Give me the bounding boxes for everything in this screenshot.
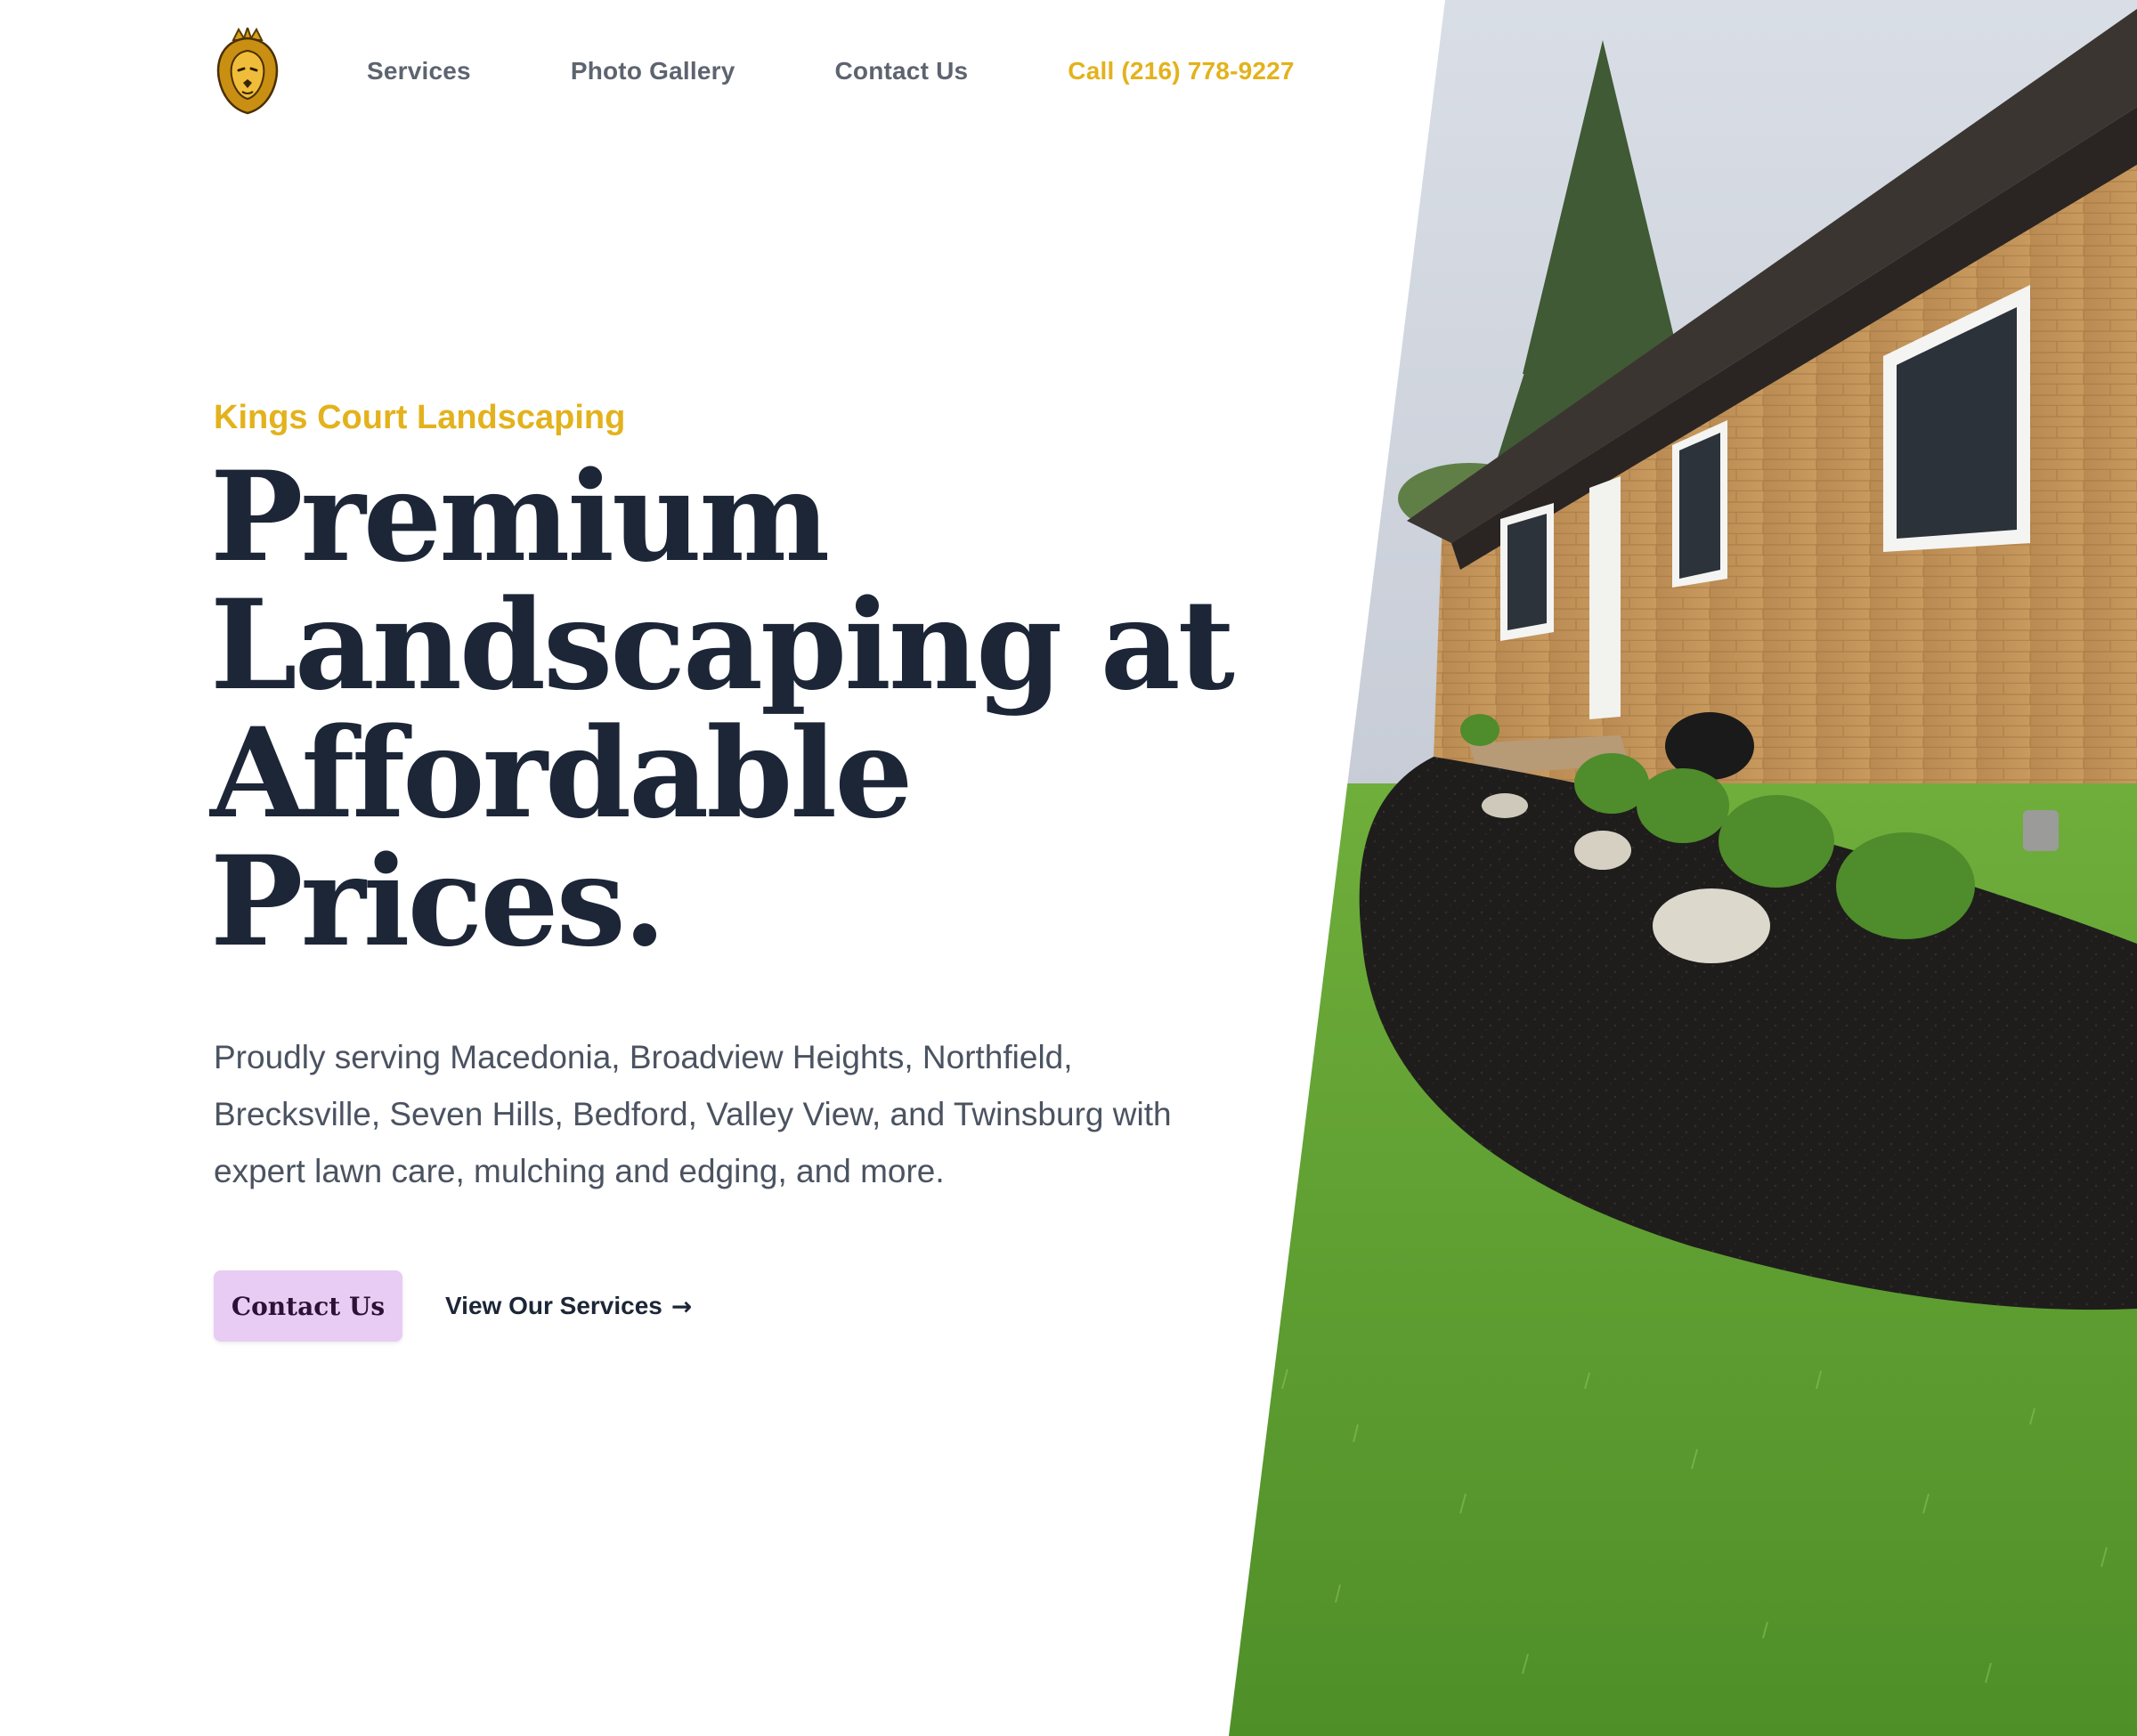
nav-link-services[interactable]: Services: [367, 57, 471, 85]
description-line: expert lawn care, mulching and edging, a…: [214, 1153, 945, 1189]
headline-line: Landscaping at: [210, 572, 1235, 718]
hero-photo: [1229, 0, 2137, 1736]
landing-page: Services Photo Gallery Contact Us Call (…: [0, 0, 2137, 1736]
contact-us-button[interactable]: Contact Us: [214, 1270, 402, 1342]
view-services-label: View Our Services: [445, 1292, 662, 1319]
hero-headline: Premium Landscaping at Affordable Prices…: [210, 452, 1261, 965]
logo[interactable]: [214, 28, 281, 115]
nav-link-photo-gallery[interactable]: Photo Gallery: [571, 57, 735, 85]
nav-call-phone[interactable]: Call (216) 778-9227: [1068, 57, 1294, 85]
headline-line: Prices.: [210, 828, 666, 974]
hero-description: Proudly serving Macedonia, Broadview Hei…: [214, 1029, 1247, 1200]
headline-line: Affordable: [210, 700, 914, 846]
view-services-link[interactable]: View Our Services →: [445, 1288, 692, 1324]
description-line: Brecksville, Seven Hills, Bedford, Valle…: [214, 1096, 1172, 1132]
nav-link-contact-us[interactable]: Contact Us: [834, 57, 968, 85]
description-line: Proudly serving Macedonia, Broadview Hei…: [214, 1039, 1073, 1075]
crowned-lion-icon: [216, 28, 279, 115]
arrow-right-icon: →: [670, 1291, 693, 1321]
headline-line: Premium: [210, 443, 830, 589]
top-nav: Services Photo Gallery Contact Us Call (…: [214, 27, 1295, 116]
hero-eyebrow: Kings Court Landscaping: [214, 399, 626, 436]
